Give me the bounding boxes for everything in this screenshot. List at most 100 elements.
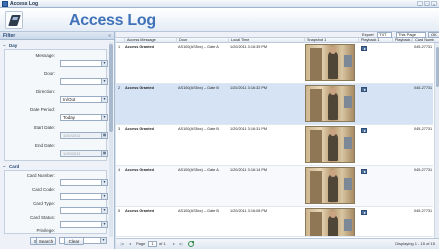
access-log-grid: Export TXT This Page OK Access Message D… [116,32,439,249]
card-status-label: Card Status: [29,215,55,220]
filter-heading: Filter [3,33,16,39]
card-group-toggle[interactable]: – Card [3,164,19,169]
card-group: Card Number: ▼ Card Code: ▼ Card Type: ▼… [4,170,108,234]
minimize-button[interactable]: – [417,1,423,7]
local-time-cell: 1/20/2011 3:16:39 PM [230,45,268,49]
clear-button[interactable]: Clear [64,237,84,245]
calendar-icon: ▦ [101,133,107,138]
app-icon [2,1,8,7]
door-cell: AS100(AS5xx) – Gate B [178,209,219,213]
playback-icon[interactable] [361,169,367,174]
scrollbar-thumb[interactable] [109,44,113,132]
card-code-select[interactable]: ▼ [60,193,108,200]
row-number: 1 [118,45,121,49]
snapshot-thumbnail[interactable] [305,167,355,204]
end-date-label: End Date: [34,143,55,148]
access-message-cell: Access Granted [125,127,154,131]
page-number-input[interactable]: 1 [148,241,157,247]
calendar-icon: ▦ [101,151,107,156]
card-group-label: Card [9,164,20,169]
door-cell: AS100(AS5xx) – Gate A [178,168,219,172]
access-message-cell: Access Granted [125,86,154,90]
window-title: Access Log [10,1,39,7]
table-row[interactable]: 2 Access Granted AS100(AS5xx) – Gate B 1… [116,84,433,125]
date-period-select[interactable]: Today ▼ [60,114,108,121]
refresh-icon[interactable] [188,241,194,247]
chevron-down-icon: ▼ [101,194,107,199]
table-row[interactable]: 4 Access Granted AS100(AS5xx) – Gate A 1… [116,166,433,207]
access-log-icon [5,11,23,29]
access-message-cell: Access Granted [125,209,154,213]
door-cell: AS100(AS5xx) – Gate B [178,127,219,131]
local-time-cell: 1/20/2011 3:16:32 PM [230,86,268,90]
row-number: 3 [118,127,121,131]
collapse-panel-icon[interactable]: « [108,32,111,40]
card-number-cell: 045-27731 [414,45,433,49]
start-date-field[interactable]: 1/20/2011 ▦ [60,132,108,139]
search-button-bottom[interactable]: Search [36,237,56,245]
chevron-down-icon: ▼ [101,97,107,102]
day-group: Message: ▼ Door: ▼ Direction: In/Out ▼ Da… [4,49,108,161]
playback-icon[interactable] [361,46,367,51]
card-code-label: Card Code: [31,187,55,192]
direction-select[interactable]: In/Out ▼ [60,96,108,103]
table-row[interactable]: 1 Access Granted AS100(AS5xx) – Gate A 1… [116,43,433,84]
card-number-select[interactable]: ▼ [60,179,108,186]
card-number-cell: 045-27731 [414,86,433,90]
day-group-label: Day [9,43,18,48]
day-group-toggle[interactable]: – Day [3,43,17,48]
snapshot-thumbnail[interactable] [305,85,355,122]
chevron-down-icon: ▼ [101,208,107,213]
snapshot-thumbnail[interactable] [305,44,355,81]
page-count-label: of 1 [159,241,166,246]
card-number-cell: 045-27731 [414,168,433,172]
chevron-down-icon: ▼ [101,222,107,227]
grid-vertical-scrollbar[interactable] [434,43,439,239]
card-number-cell: 045-27731 [414,127,433,131]
access-message-cell: Access Granted [125,45,154,49]
card-type-label: Card Type: [33,201,55,206]
local-time-cell: 1/20/2011 3:16:31 PM [230,127,268,131]
page-header: Access Log [0,8,439,32]
row-number: 2 [118,86,121,90]
page-title: Access Log [69,12,156,29]
end-date-field[interactable]: 1/20/2011 ▦ [60,150,108,157]
close-button[interactable]: × [431,1,437,7]
table-row[interactable]: 3 Access Granted AS100(AS5xx) – Gate B 1… [116,125,433,166]
access-message-cell: Access Granted [125,168,154,172]
filter-scrollbar[interactable] [109,42,113,237]
door-label: Door: [43,71,55,76]
card-type-select[interactable]: ▼ [60,207,108,214]
chevron-down-icon: ▼ [101,115,107,120]
previous-page-icon[interactable]: ◂ [127,241,133,247]
message-select[interactable]: ▼ [60,60,108,67]
snapshot-thumbnail[interactable] [305,208,355,236]
card-number-label: Card Number: [26,173,55,178]
next-page-icon[interactable]: ▸ [171,241,177,247]
snapshot-thumbnail[interactable] [305,126,355,163]
playback-icon[interactable] [361,128,367,133]
date-period-label: Date Period: [29,107,55,112]
door-cell: AS100(AS5xx) – Gate A [178,45,219,49]
door-select[interactable]: ▼ [60,78,108,85]
chevron-down-icon: ▼ [101,79,107,84]
filter-panel: Filter « – Day Message: ▼ Door: ▼ Directi… [0,32,115,249]
playback-icon[interactable] [361,210,367,215]
playback-icon[interactable] [361,87,367,92]
card-number-cell: 045-27731 [414,209,433,213]
first-page-icon[interactable]: |◂ [119,241,125,247]
window-title-bar: Access Log – □ × [0,0,439,8]
message-label: Message: [35,53,55,58]
door-cell: AS100(AS5xx) – Gate B [178,86,219,90]
row-number: 4 [118,168,121,172]
page-label: Page [136,241,146,246]
card-status-select[interactable]: ▼ [60,221,108,228]
direction-label: Direction: [35,89,55,94]
maximize-button[interactable]: □ [424,1,430,7]
chevron-down-icon: ▼ [101,61,107,66]
last-page-icon[interactable]: ▸| [178,241,184,247]
chevron-down-icon: ▼ [100,238,106,243]
paging-status-text: Displaying 1 - 15 of 15 [395,241,435,246]
local-time-cell: 1/20/2011 3:16:14 PM [230,168,268,172]
table-row[interactable]: 5 Access Granted AS100(AS5xx) – Gate B 1… [116,207,433,237]
